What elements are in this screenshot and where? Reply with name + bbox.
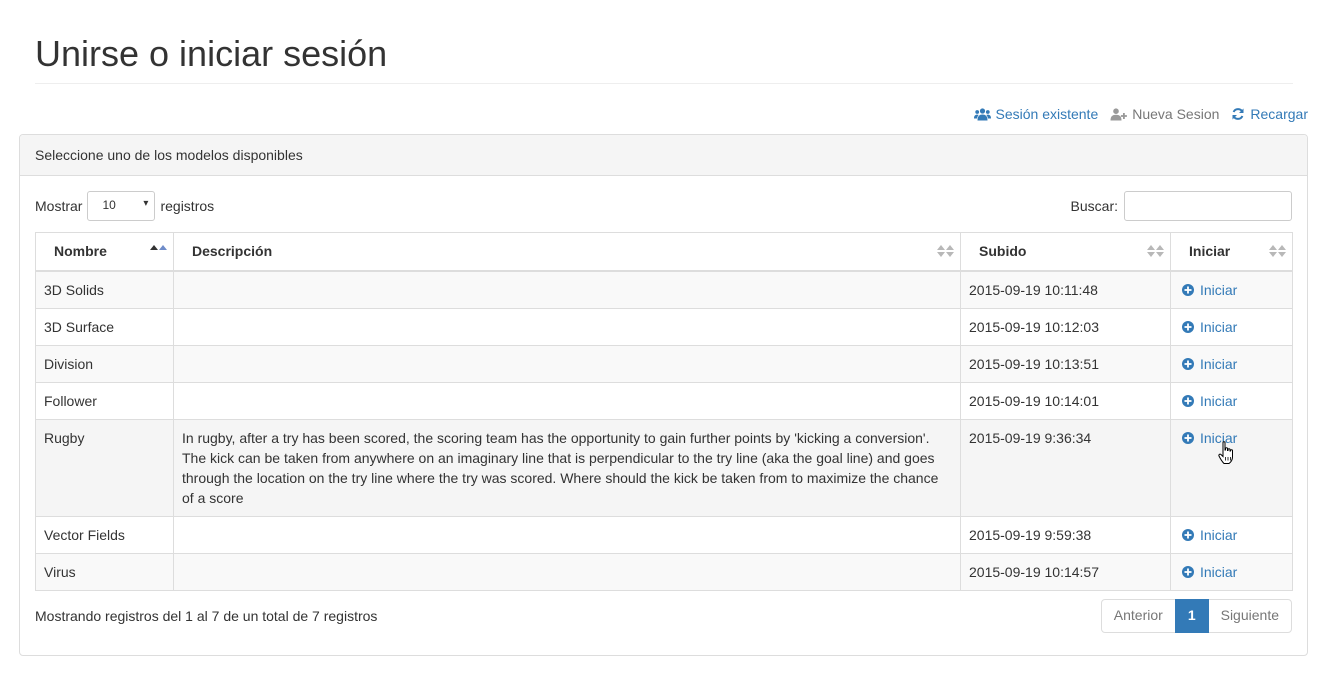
column-header-start[interactable]: Iniciar [1170, 232, 1293, 272]
sort-asc-icon [150, 245, 167, 250]
new-session-link[interactable]: Nueva Sesion [1110, 106, 1219, 122]
page-size-select[interactable]: 10 ▾ [87, 191, 156, 221]
reload-label: Recargar [1250, 106, 1308, 122]
column-header-description[interactable]: Descripción [173, 232, 961, 272]
model-uploaded-cell: 2015-09-19 10:14:57 [960, 552, 1171, 591]
start-button-label: Iniciar [1200, 392, 1238, 409]
model-uploaded-cell: 2015-09-19 10:14:01 [960, 381, 1171, 420]
show-label: Mostrar [35, 198, 83, 214]
page-1-button[interactable]: 1 [1174, 599, 1209, 633]
panel-heading: Seleccione uno de los modelos disponible… [20, 135, 1307, 176]
model-start-cell: Iniciar [1170, 307, 1293, 346]
model-start-cell: Iniciar [1170, 344, 1293, 383]
model-uploaded-cell: 2015-09-19 9:36:34 [960, 418, 1171, 517]
page-length-control: Mostrar 10 ▾ registros [35, 191, 214, 221]
model-name-cell: Rugby [35, 418, 174, 517]
model-description-cell: In rugby, after a try has been scored, t… [173, 418, 961, 517]
sort-both-icon [937, 245, 954, 257]
search-label: Buscar: [1070, 198, 1118, 214]
model-description-cell [173, 515, 961, 554]
model-description-cell [173, 307, 961, 346]
table-info: Mostrando registros del 1 al 7 de un tot… [35, 608, 378, 624]
records-label: registros [160, 198, 215, 214]
model-uploaded-cell: 2015-09-19 9:59:38 [960, 515, 1171, 554]
column-header-name[interactable]: Nombre [35, 232, 174, 272]
toolbar: Sesión existente Nueva Sesion Recargar [973, 104, 1308, 124]
existing-session-label: Sesión existente [995, 106, 1099, 122]
table-row: Rugby In rugby, after a try has been scor… [35, 418, 1293, 517]
user-plus-icon [1110, 107, 1128, 120]
model-start-cell: Iniciar [1170, 270, 1293, 309]
plus-circle-icon [1182, 394, 1194, 407]
start-button-label: Iniciar [1200, 281, 1238, 298]
start-button[interactable]: Iniciar [1179, 317, 1284, 337]
reload-link[interactable]: Recargar [1231, 106, 1308, 122]
model-uploaded-cell: 2015-09-19 10:11:48 [960, 270, 1171, 309]
model-description-cell [173, 344, 961, 383]
start-button[interactable]: Iniciar [1179, 354, 1284, 374]
existing-session-link[interactable]: Sesión existente [973, 106, 1099, 122]
table-row: Virus 2015-09-19 10:14:57 Iniciar [35, 552, 1293, 591]
caret-down-icon: ▾ [143, 198, 149, 209]
plus-circle-icon [1182, 431, 1194, 444]
model-description-cell [173, 381, 961, 420]
page-header: Unirse o iniciar sesión [35, 34, 1293, 84]
table-header-row: Nombre Descripción Subido Iniciar [35, 232, 1293, 272]
next-page-button[interactable]: Siguiente [1207, 599, 1292, 633]
model-name-cell: 3D Solids [35, 270, 174, 309]
plus-circle-icon [1182, 320, 1194, 333]
model-description-cell [173, 552, 961, 591]
model-name-cell: Follower [35, 381, 174, 420]
model-start-cell: Iniciar [1170, 418, 1293, 517]
plus-circle-icon [1182, 565, 1194, 578]
start-button-label: Iniciar [1200, 563, 1238, 580]
start-button[interactable]: Iniciar [1179, 525, 1284, 545]
page-title: Unirse o iniciar sesión [35, 33, 388, 74]
table-row: 3D Surface 2015-09-19 10:12:03 Iniciar [35, 307, 1293, 346]
previous-page-button[interactable]: Anterior [1100, 599, 1176, 633]
sort-both-icon [1147, 245, 1164, 257]
model-name-cell: Virus [35, 552, 174, 591]
search-control: Buscar: [1071, 191, 1292, 221]
start-button[interactable]: Iniciar [1179, 391, 1284, 411]
model-uploaded-cell: 2015-09-19 10:13:51 [960, 344, 1171, 383]
new-session-label: Nueva Sesion [1132, 106, 1220, 122]
start-button-label: Iniciar [1200, 526, 1238, 543]
model-uploaded-cell: 2015-09-19 10:12:03 [960, 307, 1171, 346]
start-button[interactable]: Iniciar [1179, 280, 1284, 300]
search-input[interactable] [1124, 191, 1292, 221]
column-header-uploaded[interactable]: Subido [960, 232, 1171, 272]
model-name-cell: Division [35, 344, 174, 383]
plus-circle-icon [1182, 357, 1194, 370]
model-name-cell: Vector Fields [35, 515, 174, 554]
model-start-cell: Iniciar [1170, 515, 1293, 554]
start-button-label: Iniciar [1200, 355, 1238, 372]
plus-circle-icon [1182, 528, 1194, 541]
model-start-cell: Iniciar [1170, 552, 1293, 591]
models-table: Nombre Descripción Subido Iniciar 3D Sol… [35, 232, 1293, 591]
page-size-value: 10 [102, 198, 116, 212]
table-row: 3D Solids 2015-09-19 10:11:48 Iniciar [35, 270, 1293, 309]
models-panel: Seleccione uno de los modelos disponible… [19, 134, 1308, 656]
start-button-label: Iniciar [1200, 318, 1238, 335]
pagination: Anterior 1 Siguiente [1100, 599, 1292, 633]
sort-both-icon [1269, 245, 1286, 257]
plus-circle-icon [1182, 283, 1194, 296]
model-start-cell: Iniciar [1170, 381, 1293, 420]
model-name-cell: 3D Surface [35, 307, 174, 346]
table-row: Vector Fields 2015-09-19 9:59:38 Iniciar [35, 515, 1293, 554]
users-icon [973, 107, 991, 120]
table-row: Follower 2015-09-19 10:14:01 Iniciar [35, 381, 1293, 420]
hand-cursor-icon [1218, 441, 1233, 464]
table-row: Division 2015-09-19 10:13:51 Iniciar [35, 344, 1293, 383]
refresh-icon [1232, 108, 1244, 120]
model-description-cell [173, 270, 961, 309]
start-button[interactable]: Iniciar [1179, 562, 1284, 582]
